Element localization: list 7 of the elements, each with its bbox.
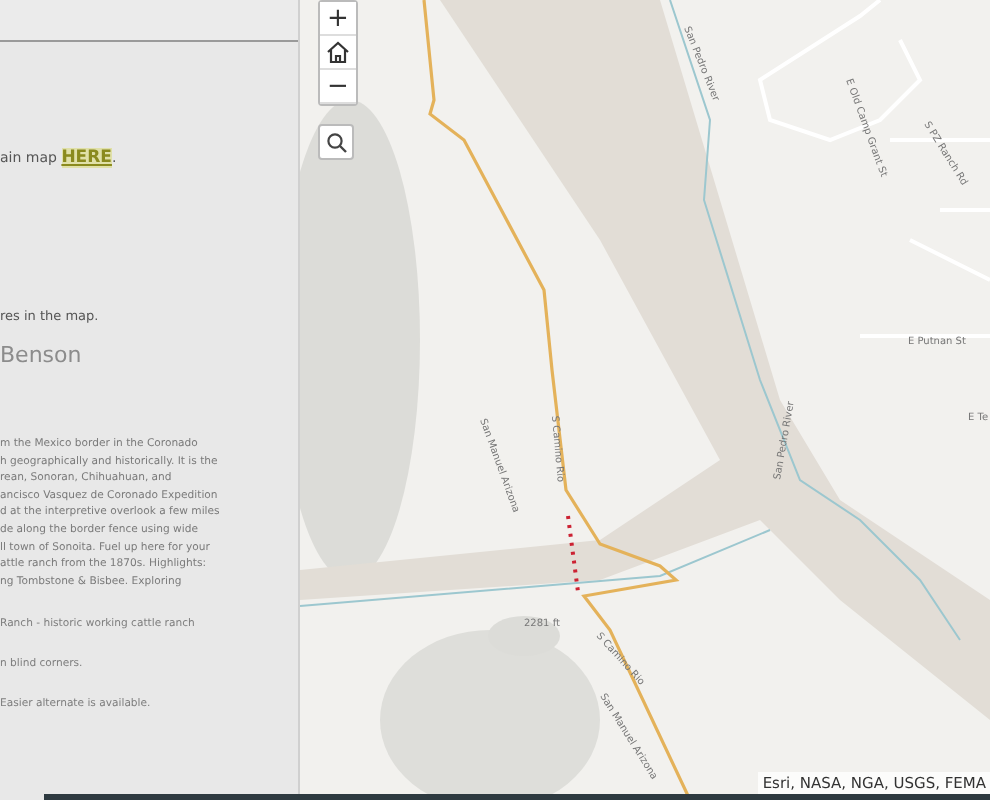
- home-button[interactable]: [320, 36, 356, 70]
- home-icon: [326, 40, 350, 64]
- section-heading: Benson: [0, 342, 84, 368]
- search-icon: [325, 131, 347, 153]
- route-dots: [566, 515, 580, 593]
- zoom-in-button[interactable]: +: [320, 2, 356, 36]
- search-button[interactable]: [318, 124, 354, 160]
